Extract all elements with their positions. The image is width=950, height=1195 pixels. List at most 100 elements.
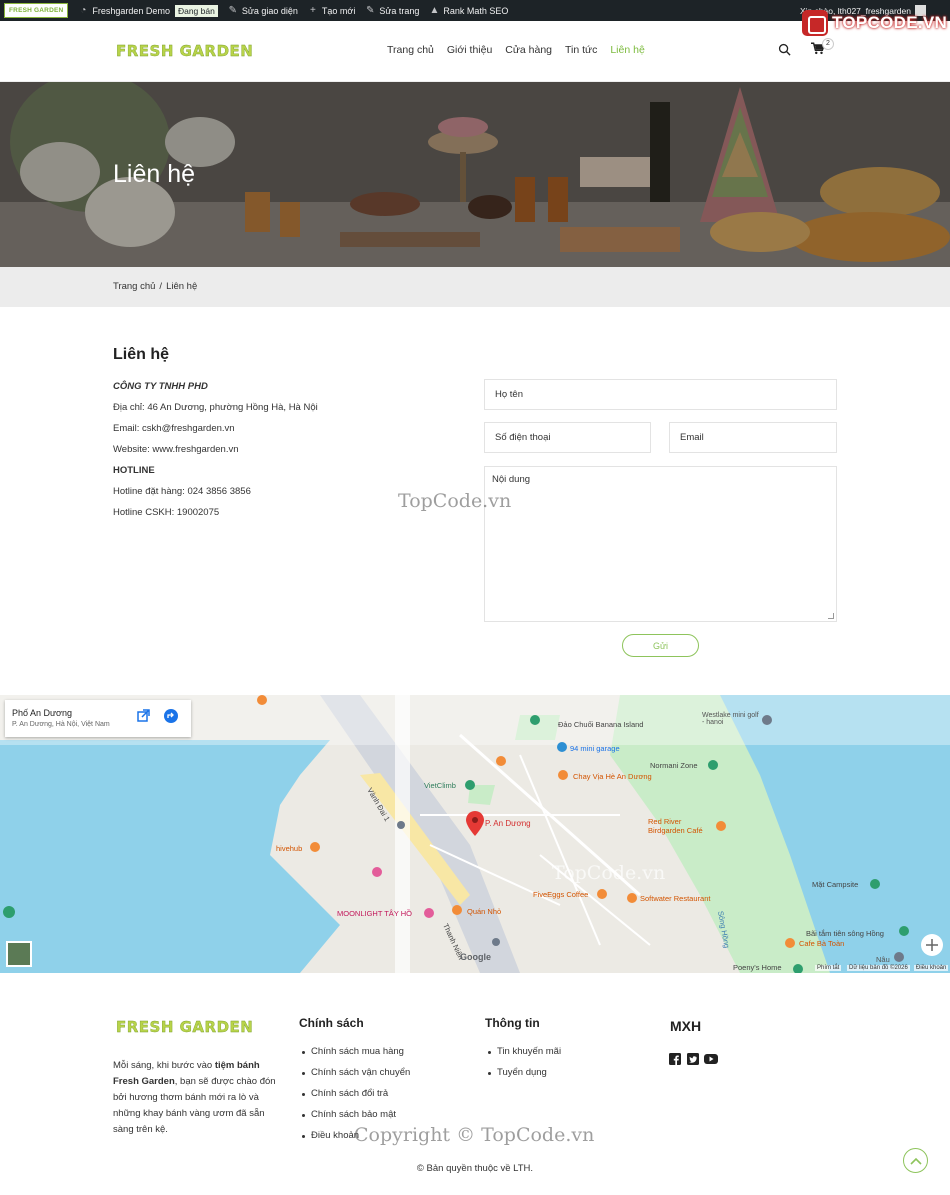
page-title: Liên hệ [113, 160, 196, 188]
twitter-icon[interactable] [687, 1053, 699, 1065]
message-field-placeholder: Nội dung [492, 474, 531, 485]
admin-site-name[interactable]: ◔ Freshgarden Demo Đang bán [78, 4, 218, 17]
breadcrumb: Trang chủ / Liên hệ [113, 281, 197, 292]
footer-about-pre: Mỗi sáng, khi bước vào [113, 1060, 215, 1071]
resize-handle[interactable] [828, 613, 834, 619]
pencil-icon: ✎ [366, 4, 375, 16]
directions-icon[interactable] [164, 709, 178, 723]
topcode-brand-overlay: TOPCODE.VN [802, 10, 947, 36]
footer-link-shipping[interactable]: Chính sách vận chuyển [299, 1067, 410, 1088]
company-address: Địa chỉ: 46 An Dương, phường Hồng Hà, Hà… [113, 402, 318, 413]
brush-icon: ✎ [228, 4, 238, 16]
map-data-credit: Dữ liệu bản đồ ©2026 [847, 965, 910, 971]
topcode-brand-text: TOPCODE.VN [832, 13, 948, 32]
dashboard-icon: ◔ [80, 4, 87, 16]
copyright-text: © Bản quyền thuộc về LTH. [416, 1163, 534, 1174]
watermark-map: TopCode.vn [552, 862, 666, 884]
map-label-westlake: Westlake mini golf - hanoi [702, 712, 759, 726]
admin-site-name-label: Freshgarden Demo [92, 5, 170, 16]
footer-link-return[interactable]: Chính sách đổi trả [299, 1088, 410, 1109]
nav-item-home[interactable]: Trang chủ [387, 44, 434, 56]
breadcrumb-home[interactable]: Trang chủ [113, 281, 155, 292]
footer-policy-heading: Chính sách [299, 1016, 364, 1030]
name-field-placeholder: Họ tên [495, 389, 523, 400]
submit-button[interactable]: Gửi [622, 634, 699, 657]
cart-count-badge: 2 [822, 38, 834, 50]
map-label-chay: Chay Vịa Hè An Dương [573, 772, 652, 781]
map-label-poeny: Poeny's Home [733, 963, 782, 972]
hotline-care: Hotline CSKH: 19002075 [113, 507, 220, 518]
search-icon[interactable] [778, 43, 791, 56]
seo-chart-icon: ▲ [429, 4, 440, 16]
map-label-quannho: Quán Nhỏ [467, 907, 502, 916]
footer-info-heading: Thông tin [485, 1016, 540, 1030]
phone-field-placeholder: Số điện thoại [495, 432, 551, 443]
nav-item-shop[interactable]: Cửa hàng [505, 44, 552, 56]
contact-heading: Liên hệ [113, 346, 170, 363]
footer-logo[interactable]: FRESH GARDEN [116, 1018, 253, 1036]
map-label-fiveeggs: FiveEggs Coffee [533, 890, 589, 899]
map-place-address: P. An Dương, Hà Nội, Việt Nam [12, 721, 110, 728]
map-label-redriver: Red River Birdgarden Café [648, 817, 703, 835]
breadcrumb-bar: Trang chủ / Liên hệ [0, 267, 950, 307]
sale-badge: Đang bán [174, 4, 218, 17]
phone-field[interactable]: Số điện thoại [484, 422, 651, 453]
admin-new[interactable]: + Tạo mới [308, 4, 356, 16]
map-label-banana: Đảo Chuối Banana Island [558, 720, 644, 729]
google-logo: Google [460, 952, 491, 962]
map-place-title: Phố An Dương [12, 708, 72, 718]
hotline-order: Hotline đặt hàng: 024 3856 3856 [113, 486, 251, 497]
map-label-hivehub: hivehub [276, 844, 303, 853]
admin-edit-page[interactable]: ✎ Sửa trang [365, 4, 420, 16]
admin-edit-theme-label: Sửa giao diện [241, 5, 298, 16]
chevron-up-icon [909, 1157, 922, 1165]
map-label-softwater: Softwater Restaurant [640, 894, 711, 903]
hotline-heading: HOTLINE [113, 465, 155, 476]
back-to-top-button[interactable] [903, 1148, 928, 1173]
map-label-vietclimb: VietClimb [424, 781, 456, 790]
admin-seo-label: Rank Math SEO [443, 5, 509, 16]
map-label-matcampsite: Mặt Campsite [812, 880, 859, 889]
footer-link-buy[interactable]: Chính sách mua hàng [299, 1046, 410, 1067]
message-field[interactable]: Nội dung [484, 466, 837, 622]
email-field[interactable]: Email [669, 422, 837, 453]
footer-social-heading: MXH [670, 1018, 702, 1034]
map-label-batam: Bãi tắm tiên sông Hồng [806, 929, 884, 938]
map-label-moonlight: MOONLIGHT TÂY HỒ [337, 909, 413, 918]
map-label-garage: 94 mini garage [570, 744, 620, 753]
breadcrumb-separator: / [159, 281, 163, 292]
name-field[interactable]: Họ tên [484, 379, 837, 410]
footer-about: Mỗi sáng, khi bước vào tiệm bánh Fresh G… [113, 1058, 283, 1138]
admin-edit-theme[interactable]: ✎ Sửa giao diện [228, 4, 298, 16]
footer-link-jobs[interactable]: Tuyển dụng [485, 1067, 561, 1088]
map-shortcuts[interactable]: Phím tắt [815, 965, 842, 971]
admin-seo[interactable]: ▲ Rank Math SEO [429, 4, 509, 16]
nav-item-news[interactable]: Tin tức [565, 44, 597, 56]
company-website: Website: www.freshgarden.vn [113, 444, 239, 455]
main-nav: Trang chủ Giới thiệu Cửa hàng Tin tức Li… [387, 44, 658, 56]
topcode-logo-icon [802, 10, 828, 36]
footer-link-promo[interactable]: Tin khuyến mãi [485, 1046, 561, 1067]
watermark-footer: Copyright © TopCode.vn [354, 1124, 595, 1146]
map-label-cafebatoan: Cafe Bà Toàn [799, 939, 845, 948]
breadcrumb-current: Liên hệ [166, 281, 198, 292]
map-place-card: Phố An Dương P. An Dương, Hà Nội, Việt N… [5, 700, 191, 737]
map-label-normani: Normani Zone [650, 761, 698, 770]
plus-icon: + [309, 4, 316, 16]
company-name: CÔNG TY TNHH PHD [113, 381, 208, 392]
map-label-nau: Nâu [876, 955, 890, 964]
nav-item-about[interactable]: Giới thiệu [447, 44, 492, 56]
footer-info-list: Tin khuyến mãi Tuyển dụng [485, 1046, 561, 1088]
nav-item-contact[interactable]: Liên hệ [610, 44, 644, 56]
map-terms[interactable]: Điều khoản [914, 965, 949, 971]
youtube-icon[interactable] [704, 1053, 718, 1065]
facebook-icon[interactable] [669, 1053, 681, 1065]
admin-site-logo[interactable]: FRESH GARDEN [4, 3, 69, 18]
company-email: Email: cskh@freshgarden.vn [113, 423, 235, 434]
site-logo[interactable]: FRESH GARDEN [116, 42, 253, 60]
admin-edit-page-label: Sửa trang [379, 5, 420, 16]
admin-new-label: Tạo mới [321, 5, 356, 16]
open-in-maps-icon[interactable] [136, 709, 150, 723]
email-field-placeholder: Email [680, 432, 704, 443]
page-hero: Liên hệ [0, 82, 950, 267]
